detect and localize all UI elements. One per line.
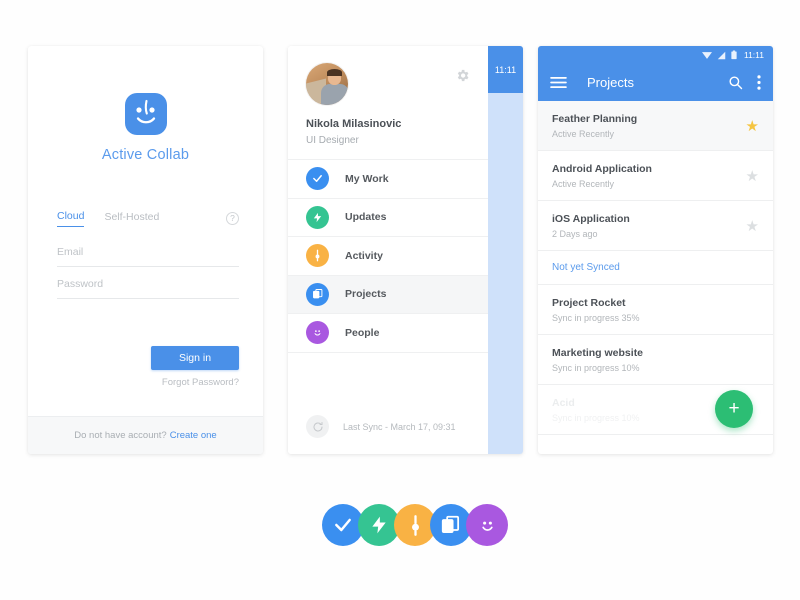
add-project-fab[interactable]: + xyxy=(715,390,753,428)
password-field[interactable] xyxy=(57,274,239,299)
check-icon xyxy=(306,167,329,191)
menu-label: Activity xyxy=(345,249,383,262)
active-collab-face-logo xyxy=(124,93,167,135)
sign-in-button[interactable]: Sign in xyxy=(151,346,239,370)
project-subtitle: Active Recently xyxy=(552,178,615,189)
app-toolbar: Projects xyxy=(538,64,773,101)
signal-icon xyxy=(717,51,726,59)
login-tabs: Cloud Self-Hosted ? xyxy=(57,210,239,227)
project-row[interactable]: iOS Application 2 Days ago ★ xyxy=(538,201,773,251)
screenshot-canvas: Active Collab Cloud Self-Hosted ? Sign i… xyxy=(0,0,800,600)
project-title: iOS Application xyxy=(552,212,630,225)
menu-item-my-work[interactable]: My Work xyxy=(288,160,488,199)
email-input[interactable] xyxy=(57,246,239,258)
projects-panel: 11:11 Projects Feather Planning Active R… xyxy=(538,46,773,454)
last-sync-row[interactable]: Last Sync - March 17, 09:31 xyxy=(288,415,456,438)
drawer-content: Nikola Milasinovic UI Designer My Work U… xyxy=(288,46,488,454)
profile-role: UI Designer xyxy=(306,135,359,146)
layers-icon xyxy=(306,282,329,306)
create-account-link[interactable]: Create one xyxy=(170,430,217,441)
project-title: Project Rocket xyxy=(552,296,626,309)
toolbar-title: Projects xyxy=(587,75,634,90)
search-icon[interactable] xyxy=(728,75,743,90)
smiley-icon xyxy=(306,321,329,345)
tab-self-hosted[interactable]: Self-Hosted xyxy=(104,211,159,227)
brand-name: Active Collab xyxy=(101,147,190,163)
project-title: Android Application xyxy=(552,162,652,175)
login-body: Active Collab Cloud Self-Hosted ? Sign i… xyxy=(28,46,263,416)
menu-label: People xyxy=(345,326,380,339)
menu-item-activity[interactable]: Activity xyxy=(288,237,488,276)
menu-item-updates[interactable]: Updates xyxy=(288,199,488,237)
not-yet-synced-header[interactable]: Not yet Synced xyxy=(538,251,773,285)
star-icon[interactable]: ★ xyxy=(746,217,759,235)
wifi-icon xyxy=(701,51,712,59)
battery-icon xyxy=(731,50,737,60)
menu-item-people[interactable]: People xyxy=(288,314,488,353)
project-title: Feather Planning xyxy=(552,112,638,125)
forgot-password-link[interactable]: Forgot Password? xyxy=(162,377,239,388)
gear-icon[interactable] xyxy=(455,68,470,83)
bolt-icon xyxy=(306,205,329,229)
project-subtitle: 2 Days ago xyxy=(552,228,598,239)
last-sync-text: Last Sync - March 17, 09:31 xyxy=(343,421,456,432)
project-title: Marketing website xyxy=(552,346,644,359)
profile-name: Nikola Milasinovic xyxy=(306,118,402,130)
menu-label: My Work xyxy=(345,172,389,185)
user-photo-avatar xyxy=(306,63,348,105)
project-row[interactable]: Feather Planning Active Recently ★ xyxy=(538,101,773,151)
menu-label: Projects xyxy=(345,288,387,301)
project-subtitle: Sync in progress 10% xyxy=(552,362,640,373)
profile-header: Nikola Milasinovic UI Designer xyxy=(288,46,488,160)
drawer-status-time: 11:11 xyxy=(488,46,523,93)
brand-block: Active Collab xyxy=(28,93,263,163)
no-account-text: Do not have account? xyxy=(74,430,167,441)
refresh-icon xyxy=(306,415,329,438)
email-field[interactable] xyxy=(57,242,239,267)
status-time: 11:11 xyxy=(743,50,764,60)
icon-showcase-row xyxy=(322,504,508,546)
login-panel: Active Collab Cloud Self-Hosted ? Sign i… xyxy=(28,46,263,454)
tab-cloud[interactable]: Cloud xyxy=(57,210,85,227)
question-mark-icon[interactable]: ? xyxy=(226,212,239,225)
login-footer: Do not have account? Create one xyxy=(28,416,263,454)
project-subtitle: Active Recently xyxy=(552,128,615,139)
project-row[interactable]: Marketing website Sync in progress 10% xyxy=(538,335,773,385)
navigation-drawer-panel: Nikola Milasinovic UI Designer My Work U… xyxy=(288,46,523,454)
star-icon[interactable]: ★ xyxy=(746,167,759,185)
star-icon[interactable]: ★ xyxy=(746,117,759,135)
password-input[interactable] xyxy=(57,278,239,290)
drawer-scrim-strip[interactable] xyxy=(488,46,523,454)
menu-label: Updates xyxy=(345,211,387,224)
project-subtitle: Sync in progress 35% xyxy=(552,312,640,323)
hamburger-menu-icon[interactable] xyxy=(550,76,567,89)
project-row[interactable]: Project Rocket Sync in progress 35% xyxy=(538,285,773,335)
pin-icon xyxy=(306,244,329,268)
android-status-bar: 11:11 xyxy=(538,46,773,64)
project-row[interactable]: Android Application Active Recently ★ xyxy=(538,151,773,201)
more-vertical-icon[interactable] xyxy=(757,75,761,90)
smiley-icon xyxy=(466,504,508,546)
menu-item-projects[interactable]: Projects xyxy=(288,275,488,314)
